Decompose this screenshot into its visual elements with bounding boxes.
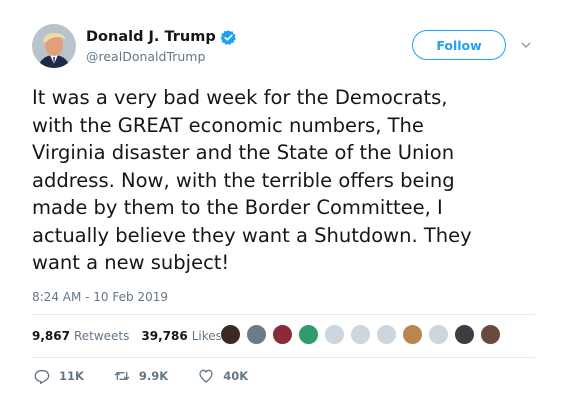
liker-avatar[interactable] [298,324,319,345]
liker-avatar[interactable] [324,324,345,345]
liker-avatar[interactable] [220,324,241,345]
user-info: Donald J. Trump @realDonaldTrump [86,26,237,64]
retweets-count[interactable]: 9,867 [32,329,70,343]
tweet-stats: 9,867 Retweets 39,786 Likes [32,324,234,348]
retweet-icon [114,372,130,380]
liker-avatar[interactable] [480,324,501,345]
divider [32,357,535,358]
tweet-timestamp[interactable]: 8:24 AM - 10 Feb 2019 [32,290,168,304]
user-handle[interactable]: @realDonaldTrump [86,49,237,64]
chevron-down-icon[interactable] [520,36,532,48]
tweet-text: It was a very bad week for the Democrats… [32,86,472,274]
liker-avatar[interactable] [272,324,293,345]
retweets-label[interactable]: Retweets [74,329,129,343]
avatar[interactable] [32,24,76,68]
display-name[interactable]: Donald J. Trump [86,29,237,46]
reply-count: 11K [59,369,84,383]
reply-button[interactable]: 11K [34,368,84,384]
liker-avatar[interactable] [350,324,371,345]
liker-avatar[interactable] [454,324,475,345]
liker-avatar[interactable] [428,324,449,345]
tweet-actions: 11K 9.9K 40K [34,368,278,384]
like-count: 40K [223,369,249,383]
liker-avatar[interactable] [246,324,267,345]
likes-label[interactable]: Likes [192,329,222,343]
verified-badge-icon [220,29,237,46]
retweet-count: 9.9K [138,369,169,383]
liker-avatar[interactable] [376,324,397,345]
liker-avatar[interactable] [402,324,423,345]
tweet-card: Donald J. Trump @realDonaldTrump Follow … [0,0,565,400]
retweet-button[interactable]: 9.9K [114,368,168,384]
display-name-text[interactable]: Donald J. Trump [86,29,216,45]
tweet-header: Donald J. Trump @realDonaldTrump Follow [32,24,542,68]
reply-icon [34,370,50,384]
likes-count[interactable]: 39,786 [141,329,187,343]
like-button[interactable]: 40K [198,368,248,384]
heart-icon [199,369,213,383]
follow-button[interactable]: Follow [412,30,506,60]
divider [32,314,535,315]
liker-avatars [220,324,506,348]
